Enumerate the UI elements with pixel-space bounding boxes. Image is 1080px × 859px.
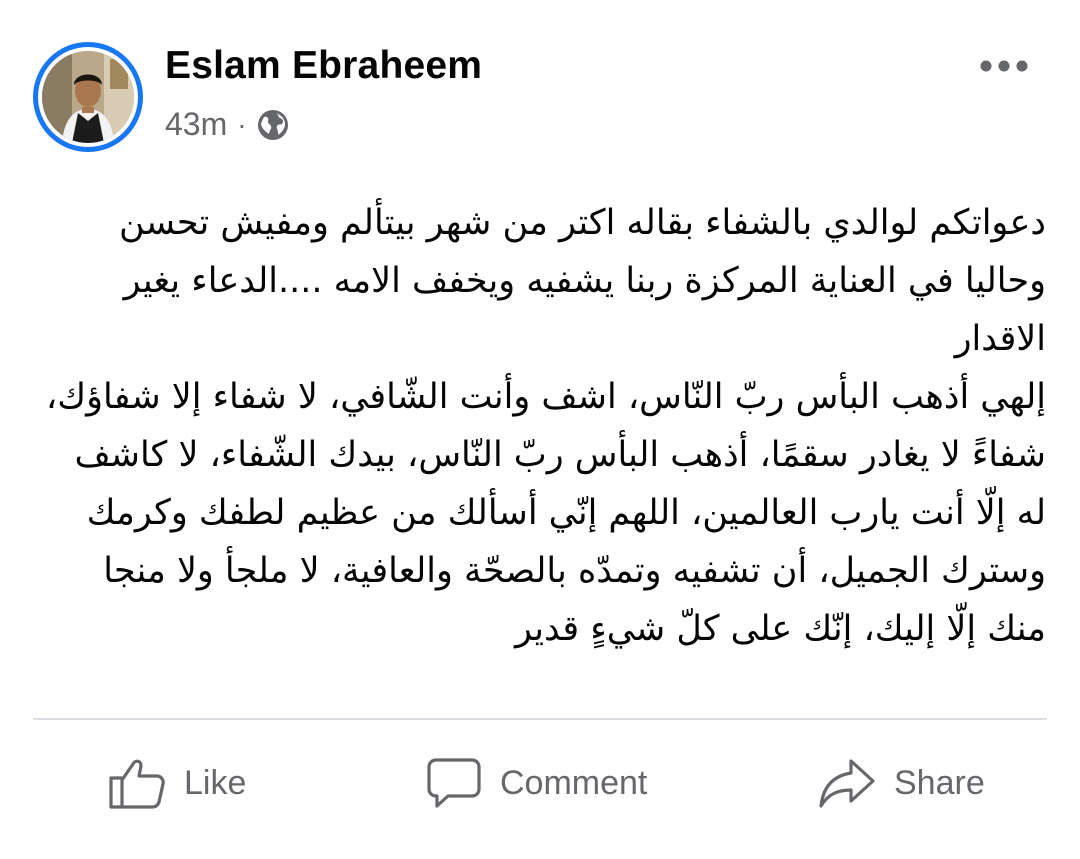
- globe-icon[interactable]: [257, 109, 289, 141]
- facebook-post: Eslam Ebraheem 43m · دعواتكم لوالدي بالش…: [0, 0, 1080, 859]
- post-timestamp[interactable]: 43m: [165, 106, 227, 143]
- comment-bubble-icon: [427, 758, 481, 808]
- post-paragraph: إلهي أذهب البأس ربّ النّاس، اشف وأنت الش…: [45, 377, 1046, 649]
- meta-separator: ·: [237, 108, 247, 140]
- thumbs-up-icon: [109, 759, 165, 809]
- like-label: Like: [184, 763, 247, 802]
- more-options-button[interactable]: [972, 50, 1036, 82]
- post-paragraph: دعواتكم لوالدي بالشفاء بقاله اكتر من شهر…: [119, 203, 1046, 359]
- post-text: دعواتكم لوالدي بالشفاء بقاله اكتر من شهر…: [40, 194, 1046, 658]
- profile-photo-icon: [42, 51, 134, 143]
- ellipsis-icon: [980, 60, 1028, 72]
- comment-button[interactable]: Comment: [426, 748, 647, 818]
- author-name[interactable]: Eslam Ebraheem: [165, 44, 482, 88]
- share-arrow-icon: [819, 759, 875, 808]
- comment-label: Comment: [500, 763, 648, 802]
- share-button[interactable]: Share: [818, 748, 985, 818]
- share-label: Share: [894, 763, 985, 802]
- divider: [33, 718, 1047, 720]
- post-meta: 43m ·: [165, 106, 289, 143]
- like-button[interactable]: Like: [108, 748, 246, 818]
- avatar-photo: [42, 51, 134, 143]
- avatar[interactable]: [33, 42, 143, 152]
